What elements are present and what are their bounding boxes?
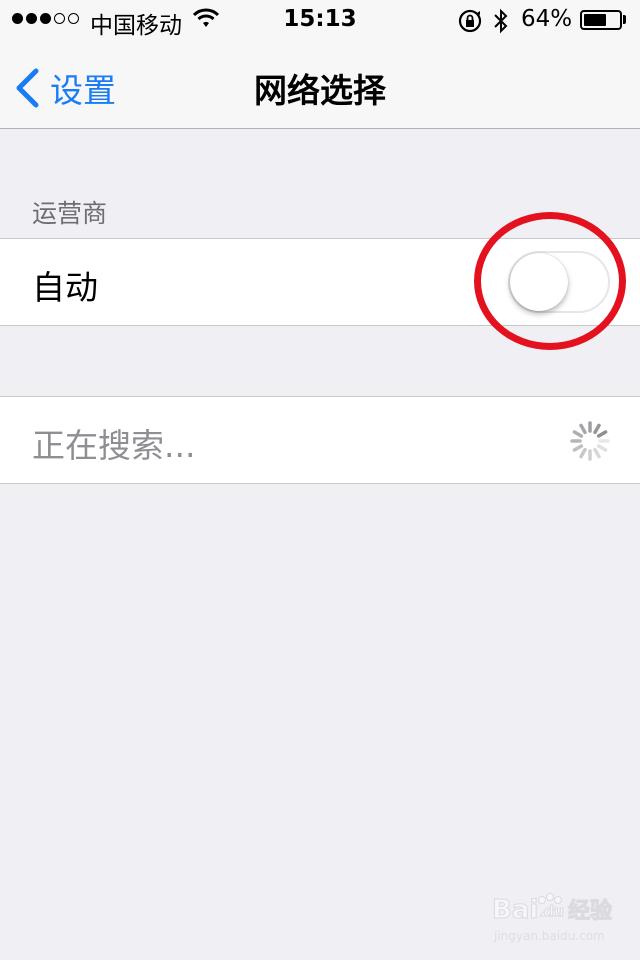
battery-icon (580, 10, 622, 30)
svg-text:jingyan.baidu.com: jingyan.baidu.com (493, 929, 605, 943)
auto-select-label: 自动 (32, 268, 98, 307)
status-bar: 中国移动 15:13 64% (0, 0, 640, 40)
battery-tip (623, 15, 626, 24)
spinner-spoke (596, 430, 608, 438)
baidu-jingyan-watermark: Bai du 经验 jingyan.baidu.com (492, 893, 613, 943)
annotation-circle (474, 212, 626, 350)
spinner-spoke (572, 444, 584, 452)
bluetooth-icon (494, 8, 508, 34)
battery-percentage: 64% (521, 6, 573, 32)
svg-text:du: du (544, 904, 564, 920)
spinner-spoke (579, 447, 587, 459)
spinner-spoke (579, 423, 587, 435)
searching-label: 正在搜索... (32, 426, 196, 465)
navigation-bar: 设置 网络选择 (0, 40, 640, 129)
searching-row: 正在搜索... (0, 396, 640, 484)
spinner-spoke (593, 423, 601, 435)
section-header-carrier: 运营商 (32, 199, 108, 228)
svg-text:经验: 经验 (568, 898, 612, 924)
spinner-spoke (593, 447, 601, 459)
loading-spinner-icon (570, 421, 610, 461)
svg-text:Bai: Bai (492, 895, 538, 925)
orientation-lock-icon (458, 9, 482, 33)
spinner-spoke (572, 430, 584, 438)
battery-fill (584, 14, 606, 26)
page-title: 网络选择 (254, 71, 386, 110)
spinner-spoke (596, 444, 608, 452)
